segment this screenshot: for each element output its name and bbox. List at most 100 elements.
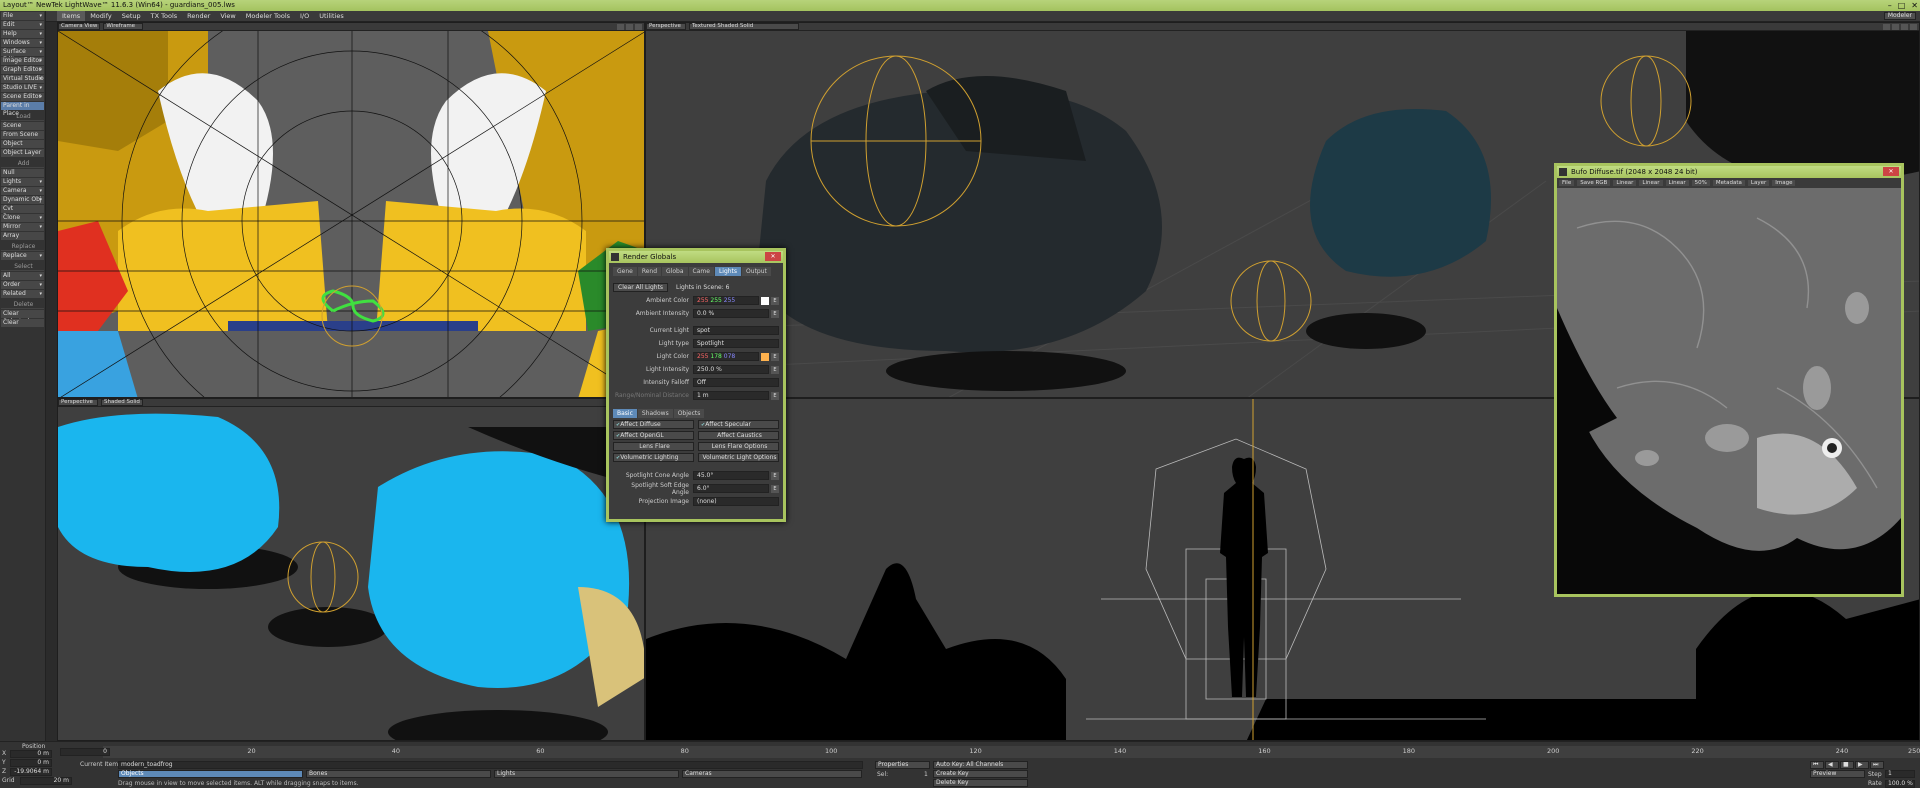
menu-tab-items[interactable]: Items xyxy=(57,11,86,21)
sidebar-related[interactable]: Related xyxy=(1,290,44,298)
image-tool-image-8[interactable]: Image xyxy=(1772,180,1796,186)
rg-tab-output[interactable]: Output xyxy=(742,267,771,276)
ambient-intensity-field[interactable]: 0.0 % xyxy=(693,309,769,318)
step-field[interactable]: 1 xyxy=(1885,770,1915,778)
position-y-field[interactable]: 0 m xyxy=(10,759,52,767)
menu-tab-setup[interactable]: Setup xyxy=(117,11,146,21)
cameras-button[interactable]: Cameras xyxy=(682,770,862,778)
image-tool-layer-7[interactable]: Layer xyxy=(1747,180,1770,186)
sidebar-graph-editor[interactable]: Graph Editor xyxy=(1,66,44,74)
render-mode-select[interactable]: Textured Shaded Solid xyxy=(689,23,799,30)
envelope-button[interactable]: E xyxy=(771,309,779,318)
sidebar-surface-editor[interactable]: Surface Editor xyxy=(1,48,44,63)
rg-tab-rend[interactable]: Rend xyxy=(637,267,662,276)
sidebar-array[interactable]: Array xyxy=(1,232,44,240)
viewport-perspective-shaded[interactable]: Perspective Shaded Solid xyxy=(57,398,645,741)
envelope-button[interactable]: E xyxy=(771,352,779,361)
close-icon[interactable]: ✕ xyxy=(1911,0,1918,11)
menu-tab-modeler-tools[interactable]: Modeler Tools xyxy=(241,11,295,21)
sidebar-camera[interactable]: Camera xyxy=(1,187,44,195)
sidebar-lights[interactable]: Lights xyxy=(1,178,44,186)
create-key-button[interactable]: Create Key xyxy=(933,770,1028,778)
projection-image-select[interactable]: (none) xyxy=(693,497,779,506)
frame-ruler[interactable]: 020406080100120140160180200220240250 xyxy=(103,746,1920,758)
checkbox-affect-opengl[interactable]: Affect OpenGL xyxy=(613,431,694,440)
delete-key-button[interactable]: Delete Key xyxy=(933,779,1028,787)
light-color-swatch[interactable] xyxy=(761,352,769,361)
rg-subtab-objects[interactable]: Objects xyxy=(673,409,705,418)
viewport-camera[interactable]: Camera View Wireframe xyxy=(57,22,645,398)
sidebar-clear-selected[interactable]: Clear Selected xyxy=(1,310,44,325)
frame-start-field[interactable]: 0 xyxy=(60,748,110,756)
render-mode-select[interactable]: Shaded Solid xyxy=(101,399,143,406)
image-tool-linear-2[interactable]: Linear xyxy=(1613,180,1637,186)
sidebar-parent-in-place[interactable]: Parent in Place xyxy=(1,102,44,117)
menu-tab-view[interactable]: View xyxy=(215,11,240,21)
menu-tab-utilities[interactable]: Utilities xyxy=(314,11,348,21)
sidebar-all[interactable]: All xyxy=(1,272,44,280)
close-icon[interactable]: ✕ xyxy=(765,252,781,261)
envelope-button[interactable]: E xyxy=(771,471,779,480)
sidebar-mirror[interactable]: Mirror xyxy=(1,223,44,231)
maximize-icon[interactable]: □ xyxy=(1898,0,1906,11)
lights-button[interactable]: Lights xyxy=(494,770,679,778)
position-z-field[interactable]: -19.9064 m xyxy=(10,768,52,776)
sidebar-object[interactable]: Object xyxy=(1,140,44,148)
view-type-select[interactable]: Perspective xyxy=(646,23,686,30)
rg-tab-came[interactable]: Came xyxy=(688,267,714,276)
current-light-select[interactable]: spot xyxy=(693,326,779,335)
clear-all-lights-button[interactable]: Clear All Lights xyxy=(613,283,669,292)
sidebar-file[interactable]: File xyxy=(1,12,44,20)
checkbox-lens-flare-options[interactable]: Lens Flare Options xyxy=(698,442,779,451)
image-tool-file-0[interactable]: File xyxy=(1559,180,1575,186)
rg-tab-gene[interactable]: Gene xyxy=(613,267,637,276)
position-x-field[interactable]: 0 m xyxy=(10,750,52,758)
stop-icon[interactable]: ■ xyxy=(1840,761,1854,769)
sidebar-object-layer[interactable]: Object Layer xyxy=(1,149,44,157)
image-tool-linear-3[interactable]: Linear xyxy=(1639,180,1663,186)
modeler-switch[interactable]: Modeler xyxy=(1883,12,1916,20)
checkbox-lens-flare[interactable]: Lens Flare xyxy=(613,442,694,451)
soft-edge-field[interactable]: 6.0° xyxy=(693,484,769,493)
menu-tab-modify[interactable]: Modify xyxy=(85,11,117,21)
image-tool-save-rgb-1[interactable]: Save RGB xyxy=(1577,180,1611,186)
rg-subtab-shadows[interactable]: Shadows xyxy=(637,409,673,418)
checkbox-volumetric-light-options[interactable]: Volumetric Light Options xyxy=(698,453,779,462)
menu-tab-tx-tools[interactable]: TX Tools xyxy=(146,11,183,21)
rg-tab-globa[interactable]: Globa xyxy=(662,267,688,276)
sidebar-null[interactable]: Null xyxy=(1,169,44,177)
render-mode-select[interactable]: Wireframe xyxy=(103,23,144,30)
zoom-icon[interactable] xyxy=(635,23,642,30)
sidebar-cvt-powergons[interactable]: Cvt Powergons xyxy=(1,205,44,220)
camera-icon[interactable] xyxy=(617,23,624,30)
menu-tab-i-o[interactable]: I/O xyxy=(295,11,314,21)
sidebar-help[interactable]: Help xyxy=(1,30,44,38)
light-color-field[interactable]: 255 178 078 xyxy=(693,352,759,361)
image-tool-metadata-6[interactable]: Metadata xyxy=(1712,180,1745,186)
bones-button[interactable]: Bones xyxy=(306,770,491,778)
properties-button[interactable]: Properties xyxy=(875,761,930,769)
auto-key-toggle[interactable]: Auto Key: All Channels xyxy=(933,761,1028,769)
sidebar-scene-editor[interactable]: Scene Editor xyxy=(1,93,44,101)
sidebar-from-scene[interactable]: From Scene xyxy=(1,131,44,139)
close-icon[interactable]: ✕ xyxy=(1883,167,1899,176)
rg-subtab-basic[interactable]: Basic xyxy=(613,409,637,418)
ambient-color-swatch[interactable] xyxy=(761,296,769,305)
grid-size-field[interactable]: 20 m xyxy=(20,777,72,785)
checkbox-volumetric-lighting[interactable]: Volumetric Lighting xyxy=(613,453,694,462)
sidebar-clear[interactable]: Clear xyxy=(1,319,44,327)
sidebar-scene[interactable]: Scene xyxy=(1,122,44,130)
move-icon[interactable] xyxy=(626,23,633,30)
falloff-select[interactable]: Off xyxy=(693,378,779,387)
checkbox-affect-caustics[interactable]: Affect Caustics xyxy=(698,431,779,440)
rate-field[interactable]: 100.0 % xyxy=(1885,780,1915,788)
sidebar-virtual-studio[interactable]: Virtual Studio xyxy=(1,75,44,83)
sidebar-studio-live[interactable]: Studio LIVE xyxy=(1,84,44,92)
cone-angle-field[interactable]: 45.0° xyxy=(693,471,769,480)
image-tool-50-5[interactable]: 50% xyxy=(1691,180,1710,186)
last-frame-icon[interactable]: ⏭ xyxy=(1870,761,1884,769)
sidebar-image-editor[interactable]: Image Editor xyxy=(1,57,44,65)
light-intensity-field[interactable]: 250.0 % xyxy=(693,365,769,374)
rg-tab-lights[interactable]: Lights xyxy=(714,267,742,276)
first-frame-icon[interactable]: ⏮ xyxy=(1810,761,1824,769)
